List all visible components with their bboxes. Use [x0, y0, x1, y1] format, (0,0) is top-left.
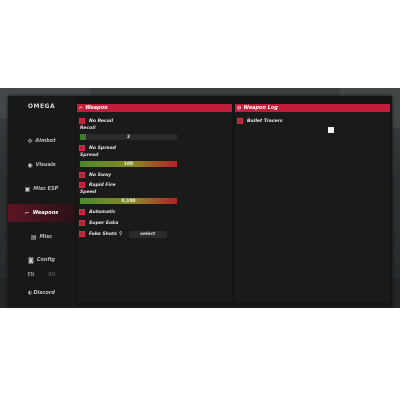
checkbox-label: Super Eoka [89, 220, 119, 226]
sidebar-item-aimbot[interactable]: ✣ Aimbot [8, 133, 75, 149]
checkbox[interactable] [237, 118, 243, 124]
sidebar-item-visuals[interactable]: ◉ Visuals [8, 157, 75, 173]
bullet-tracers-toggle[interactable]: Bullet Tracers [237, 117, 283, 125]
checkbox-label: No Recoil [89, 118, 114, 124]
cheat-menu-panel: OMEGA ✣ Aimbot ◉ Visuals ▣ Misc ESP ⌐ We… [8, 96, 392, 306]
checkbox[interactable] [79, 209, 85, 215]
sidebar-item-label: Aimbot [35, 138, 56, 144]
spread-label: Spread [80, 153, 99, 158]
weapon-log-section: ◍ Weapon Log Bullet Tracers [235, 104, 390, 302]
save-icon: ◙ [27, 256, 34, 264]
weapon-section: ⌐ Weapon No Recoil Recoil 2 No Spread Sp… [77, 104, 232, 302]
section-title: Weapon Log [243, 105, 278, 111]
key-icon[interactable]: ⚲ [119, 231, 123, 237]
bullet-tracers-color-picker[interactable] [328, 118, 338, 137]
checkbox[interactable] [79, 145, 85, 151]
no-sway-toggle[interactable]: No Sway [79, 171, 111, 179]
sidebar-item-weapons[interactable]: ⌐ Weapons [8, 204, 75, 222]
slider-value: 100 [123, 161, 134, 167]
discord-label: Discord [33, 290, 55, 296]
weapon-log-section-header: ◍ Weapon Log [235, 104, 390, 112]
checkbox-label: Bullet Tracers [247, 118, 283, 124]
recoil-label: Recoil [80, 126, 96, 131]
no-spread-toggle[interactable]: No Spread [79, 144, 116, 152]
sidebar-item-label: Weapons [32, 210, 59, 216]
spread-slider[interactable]: 100 [80, 161, 177, 167]
sidebar-item-misc-esp[interactable]: ▣ Misc ESP [8, 181, 75, 197]
sidebar-item-label: Misc ESP [33, 186, 59, 192]
esp-icon: ▣ [24, 185, 31, 193]
discord-icon: ◐ [28, 290, 33, 296]
checkbox-label: Rapid Fire [89, 182, 116, 188]
gun-icon: ⌐ [79, 105, 84, 111]
speed-label: Speed [80, 190, 97, 195]
checkbox[interactable] [79, 231, 85, 237]
slider-value: 2 [126, 134, 131, 140]
misc-icon: ▤ [30, 233, 37, 241]
checkbox[interactable] [79, 220, 85, 226]
speed-slider[interactable]: 0,100 [80, 198, 177, 204]
super-eoka-toggle[interactable]: Super Eoka [79, 219, 118, 227]
checkbox-label: No Sway [89, 172, 112, 178]
checkbox-label: Fake Shots [89, 231, 117, 237]
sidebar-item-label: Visuals [35, 162, 56, 168]
gun-icon: ⌐ [24, 209, 30, 217]
no-recoil-toggle[interactable]: No Recoil [79, 117, 113, 125]
checkbox[interactable] [79, 118, 85, 124]
sidebar-item-label: Config [36, 257, 55, 263]
fake-shots-toggle[interactable]: Fake Shots ⚲ select [79, 230, 167, 238]
sidebar-item-misc[interactable]: ▤ Misc [8, 229, 75, 245]
section-title: Weapon [85, 105, 108, 111]
globe-icon: ◍ [237, 105, 242, 111]
discord-link[interactable]: ◐ Discord [8, 288, 75, 298]
app-logo: OMEGA [27, 103, 56, 110]
language-switcher: EN RU [8, 272, 75, 282]
checkbox-label: Automatic [89, 209, 116, 215]
checkbox[interactable] [79, 172, 85, 178]
lang-en[interactable]: EN [27, 272, 34, 282]
fake-shots-select[interactable]: select [128, 230, 167, 238]
sidebar: OMEGA ✣ Aimbot ◉ Visuals ▣ Misc ESP ⌐ We… [8, 96, 75, 306]
checkbox[interactable] [79, 182, 85, 188]
weapon-section-header: ⌐ Weapon [77, 104, 232, 112]
recoil-slider[interactable]: 2 [80, 134, 177, 140]
rapid-fire-toggle[interactable]: Rapid Fire [79, 181, 115, 189]
lang-ru[interactable]: RU [48, 272, 55, 282]
slider-value: 0,100 [121, 198, 136, 204]
checkbox-label: No Spread [89, 145, 116, 151]
sidebar-item-config[interactable]: ◙ Config [8, 252, 75, 268]
crosshair-icon: ✣ [27, 137, 33, 145]
color-swatch[interactable] [328, 127, 334, 133]
eye-icon: ◉ [27, 161, 33, 169]
automatic-toggle[interactable]: Automatic [79, 208, 116, 216]
sidebar-item-label: Misc [39, 234, 53, 240]
